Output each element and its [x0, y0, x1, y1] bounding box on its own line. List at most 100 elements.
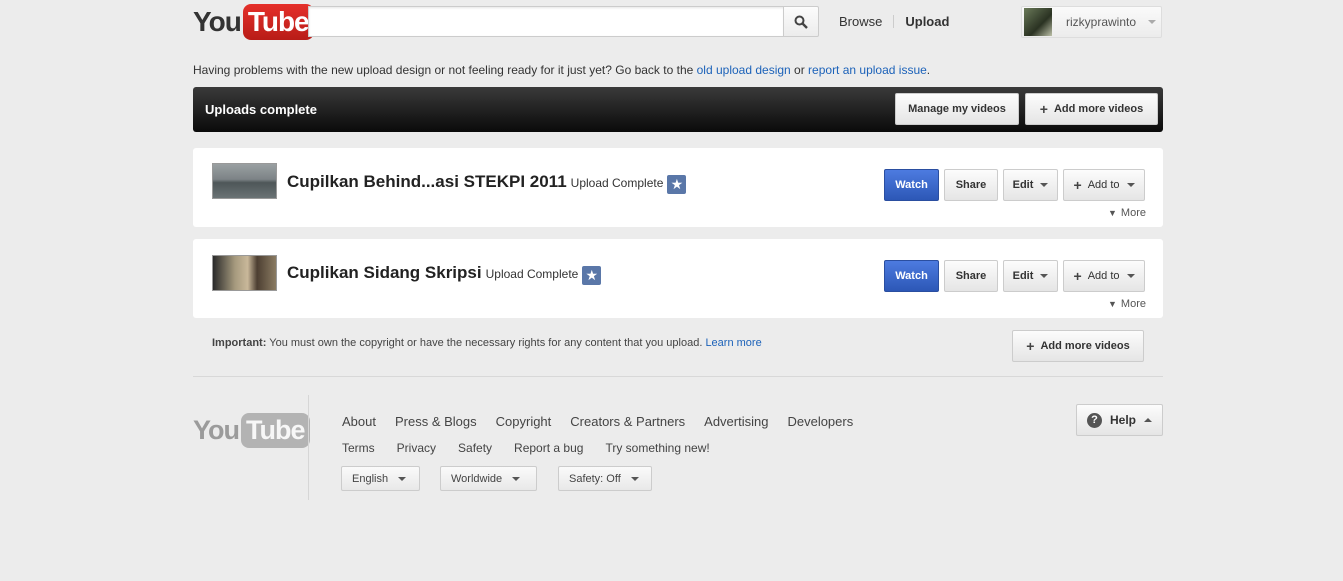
- footer-primary-links: About Press & Blogs Copyright Creators &…: [342, 414, 872, 429]
- more-toggle[interactable]: ▼ More: [1108, 298, 1146, 310]
- chevron-up-icon: [1144, 418, 1152, 422]
- watch-label: Watch: [895, 179, 928, 191]
- language-value: English: [352, 472, 389, 485]
- chevron-down-icon: [1148, 20, 1157, 24]
- footer-link-developers[interactable]: Developers: [787, 414, 853, 429]
- plus-icon: +: [1026, 338, 1035, 354]
- share-button[interactable]: Share: [944, 169, 998, 201]
- edit-button[interactable]: Edit: [1003, 169, 1058, 201]
- upload-status: Upload Complete: [570, 176, 664, 190]
- share-label: Share: [955, 270, 987, 282]
- star-icon: ★: [582, 266, 602, 285]
- video-title-line: Cupilkan Behind...asi STEKPI 2011 Upload …: [287, 172, 687, 194]
- chevron-down-icon: [1126, 183, 1135, 187]
- video-thumbnail[interactable]: [212, 255, 277, 291]
- chevron-down-icon: [398, 476, 407, 481]
- add-more-videos-label: Add more videos: [1053, 103, 1144, 115]
- safety-mode-picker[interactable]: Safety: Off: [558, 466, 652, 491]
- notice-text-before: Having problems with the new upload desi…: [193, 63, 697, 77]
- nav-divider: [893, 15, 895, 28]
- watch-button[interactable]: Watch: [884, 169, 939, 201]
- watch-button[interactable]: Watch: [884, 260, 939, 292]
- add-to-label: Add to: [1087, 179, 1120, 191]
- add-more-videos-bottom-label: Add more videos: [1040, 340, 1130, 352]
- edit-label: Edit: [1012, 270, 1034, 282]
- help-label: Help: [1109, 413, 1136, 427]
- search-button[interactable]: [783, 6, 819, 37]
- logo-tube-text: Tube: [242, 4, 314, 40]
- footer-logo-you-text: You: [193, 415, 240, 445]
- footer-link-report-bug[interactable]: Report a bug: [514, 441, 583, 455]
- footer-link-advertising[interactable]: Advertising: [704, 414, 768, 429]
- uploads-complete-banner: Uploads complete Manage my videos + Add …: [193, 87, 1163, 132]
- chevron-down-icon: [1040, 183, 1049, 187]
- chevron-down-icon: [630, 476, 639, 481]
- youtube-logo[interactable]: You Tube: [193, 3, 314, 41]
- add-to-button[interactable]: + Add to: [1063, 169, 1145, 201]
- footer-link-privacy[interactable]: Privacy: [397, 441, 436, 455]
- footer-link-try-something-new[interactable]: Try something new!: [605, 441, 709, 455]
- location-value: Worldwide: [451, 472, 503, 485]
- important-text: You must own the copyright or have the n…: [266, 337, 706, 349]
- footer-link-press-blogs[interactable]: Press & Blogs: [395, 414, 477, 429]
- footer-link-safety[interactable]: Safety: [458, 441, 492, 455]
- video-title-line: Cuplikan Sidang Skripsi Upload Complete ★: [287, 263, 602, 285]
- video-row: Cupilkan Behind...asi STEKPI 2011 Upload …: [193, 148, 1163, 227]
- more-toggle[interactable]: ▼ More: [1108, 207, 1146, 219]
- edit-button[interactable]: Edit: [1003, 260, 1058, 292]
- manage-my-videos-button[interactable]: Manage my videos: [895, 93, 1019, 125]
- share-button[interactable]: Share: [944, 260, 998, 292]
- chevron-down-icon: [1126, 274, 1135, 278]
- edit-label: Edit: [1012, 179, 1034, 191]
- learn-more-link[interactable]: Learn more: [705, 337, 761, 349]
- help-icon: ?: [1086, 412, 1102, 428]
- help-button[interactable]: ? Help: [1076, 404, 1163, 436]
- add-more-videos-bottom-button[interactable]: + Add more videos: [1012, 330, 1144, 362]
- user-menu-button[interactable]: rizkyprawinto: [1021, 6, 1162, 38]
- chevron-down-icon: [1040, 274, 1049, 278]
- nav-upload-link[interactable]: Upload: [905, 14, 949, 29]
- logo-you-text: You: [193, 6, 242, 37]
- username: rizkyprawinto: [1066, 15, 1137, 29]
- plus-icon: +: [1073, 177, 1082, 193]
- avatar: [1024, 8, 1052, 36]
- chevron-down-icon: [512, 476, 521, 481]
- add-to-label: Add to: [1087, 270, 1120, 282]
- footer-vertical-divider: [308, 395, 309, 500]
- upload-status: Upload Complete: [485, 267, 579, 281]
- star-icon: ★: [667, 175, 687, 194]
- add-more-videos-button[interactable]: + Add more videos: [1025, 93, 1158, 125]
- plus-icon: +: [1073, 268, 1082, 284]
- banner-title: Uploads complete: [205, 102, 317, 117]
- upload-design-notice: Having problems with the new upload desi…: [193, 63, 930, 77]
- footer-link-copyright[interactable]: Copyright: [496, 414, 552, 429]
- triangle-down-icon: ▼: [1108, 299, 1117, 309]
- notice-text-after: .: [926, 63, 931, 77]
- header: You Tube Browse Upload rizkyprawinto: [193, 0, 1163, 44]
- location-picker[interactable]: Worldwide: [440, 466, 537, 491]
- footer-youtube-logo[interactable]: You Tube: [193, 413, 310, 448]
- important-label: Important:: [212, 337, 267, 349]
- copyright-notice: Important: You must own the copyright or…: [212, 337, 762, 349]
- add-to-button[interactable]: + Add to: [1063, 260, 1145, 292]
- video-title[interactable]: Cupilkan Behind...asi STEKPI 2011: [287, 172, 567, 191]
- search-input[interactable]: [308, 6, 784, 37]
- footer-divider: [193, 376, 1163, 377]
- search-icon: [794, 15, 808, 29]
- watch-label: Watch: [895, 270, 928, 282]
- video-thumbnail[interactable]: [212, 163, 277, 199]
- video-title[interactable]: Cuplikan Sidang Skripsi: [287, 263, 482, 282]
- top-nav: Browse Upload: [839, 14, 949, 29]
- old-upload-design-link[interactable]: old upload design: [697, 63, 791, 77]
- share-label: Share: [955, 179, 987, 191]
- report-upload-issue-link[interactable]: report an upload issue: [808, 63, 927, 77]
- footer-link-creators-partners[interactable]: Creators & Partners: [570, 414, 685, 429]
- manage-my-videos-label: Manage my videos: [908, 103, 1006, 115]
- footer-secondary-links: Terms Privacy Safety Report a bug Try so…: [342, 441, 732, 455]
- nav-browse-link[interactable]: Browse: [839, 14, 882, 29]
- triangle-down-icon: ▼: [1108, 208, 1117, 218]
- footer-link-about[interactable]: About: [342, 414, 376, 429]
- footer-logo-tube-text: Tube: [241, 413, 310, 448]
- language-picker[interactable]: English: [341, 466, 420, 491]
- footer-link-terms[interactable]: Terms: [342, 441, 375, 455]
